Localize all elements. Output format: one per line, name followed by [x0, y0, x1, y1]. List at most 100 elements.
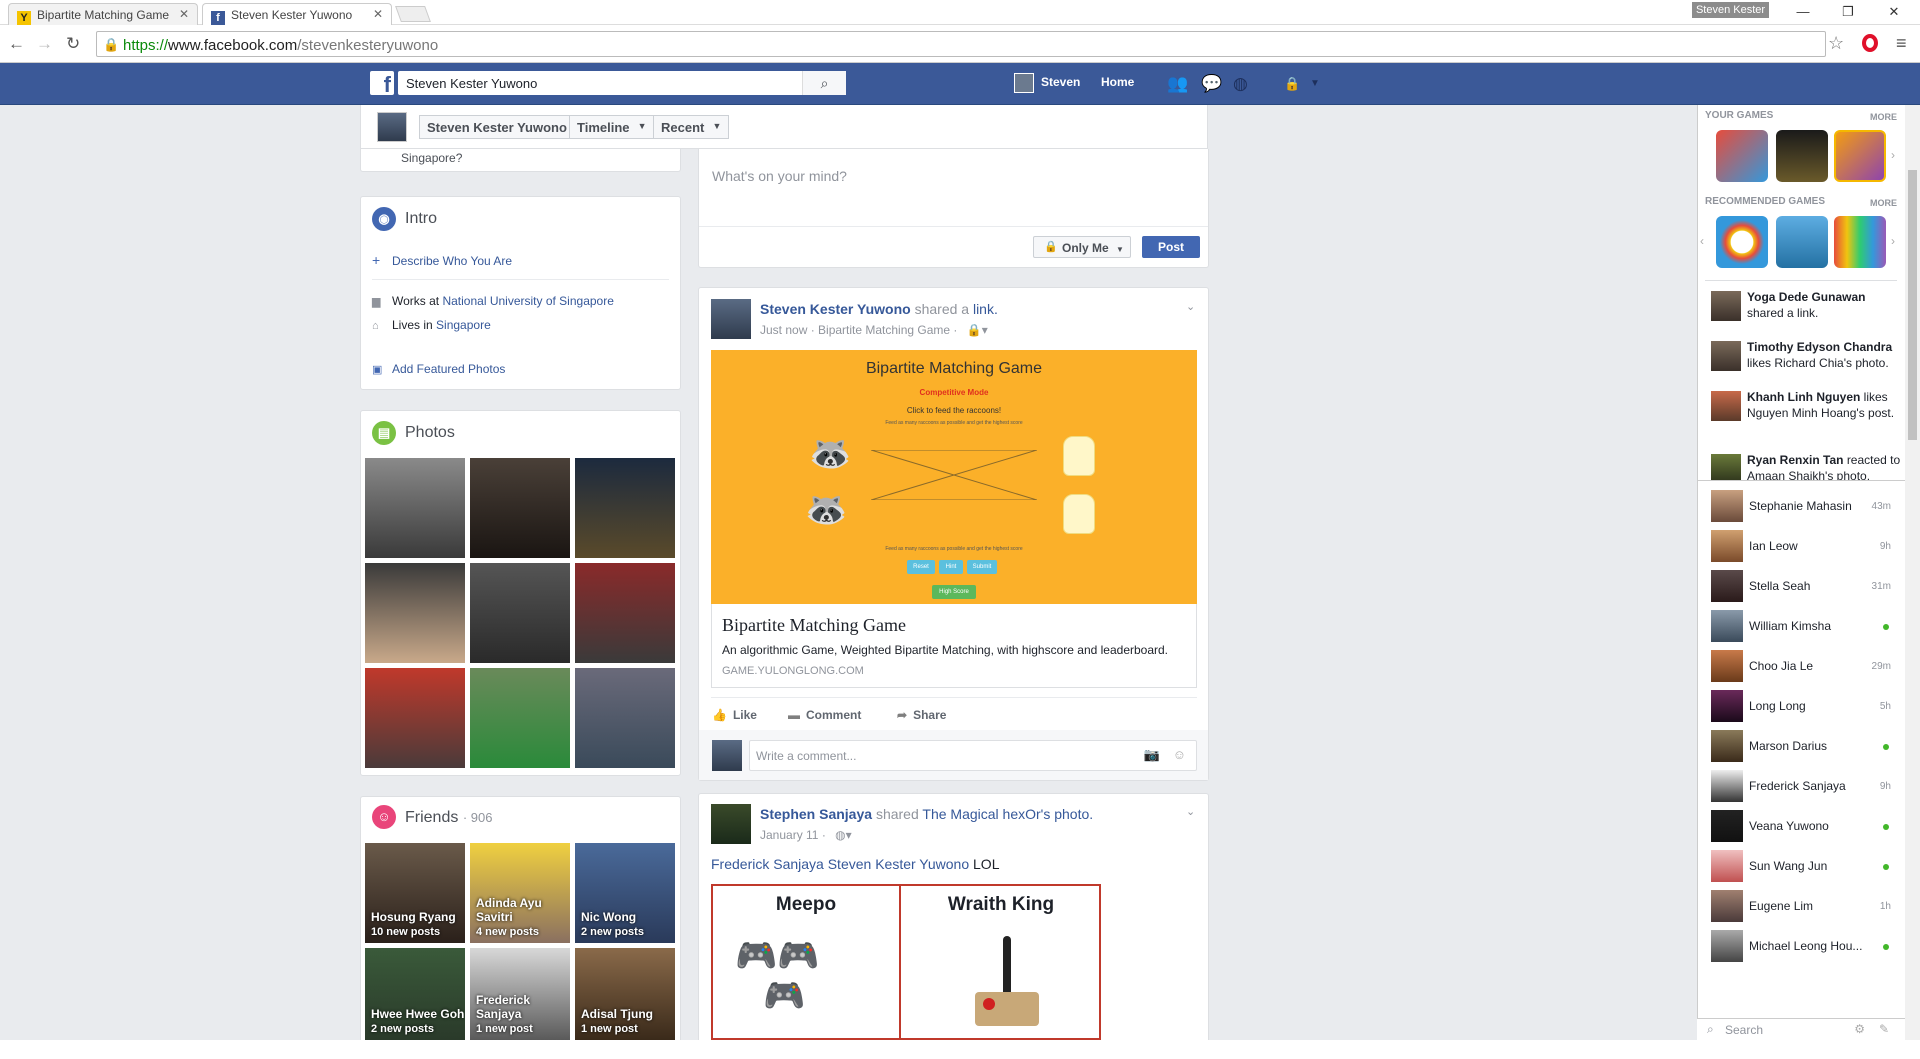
chat-search-input[interactable]: ⌕ Search ⚙ ✎ — [1697, 1018, 1905, 1040]
camera-icon[interactable]: 📷 — [1144, 747, 1160, 763]
link-preview-image[interactable]: Bipartite Matching Game Competitive Mode… — [711, 350, 1197, 604]
photo-thumb[interactable] — [575, 563, 675, 663]
facebook-logo-icon[interactable]: f — [370, 71, 394, 97]
audience-selector[interactable]: 🔒 Only Me ▼ — [1033, 236, 1131, 258]
photo-thumb[interactable] — [365, 458, 465, 558]
author-avatar[interactable] — [711, 299, 751, 339]
friend-tile[interactable]: Nic Wong 2 new posts — [575, 843, 675, 943]
emoji-icon[interactable]: ☺ — [1173, 747, 1186, 762]
comment-button[interactable]: ▬ Comment — [788, 708, 861, 722]
photo-thumb[interactable] — [470, 668, 570, 768]
game-icon[interactable] — [1776, 130, 1828, 182]
agario-game-icon[interactable] — [1716, 216, 1768, 268]
shared-link[interactable]: link. — [973, 301, 998, 317]
tetris-game-icon[interactable] — [1834, 216, 1886, 268]
chat-contact[interactable]: Long Long 5h — [1711, 690, 1897, 722]
friend-requests-icon[interactable]: 👥 — [1167, 74, 1188, 94]
status-composer-input[interactable]: What's on your mind? — [712, 168, 847, 184]
friend-tile[interactable]: Hwee Hwee Goh 2 new posts — [365, 948, 465, 1040]
chat-contact[interactable]: Marson Darius — [1711, 730, 1897, 762]
gear-icon[interactable]: ⚙ — [1854, 1022, 1865, 1036]
your-games-more-link[interactable]: MORE — [1870, 112, 1897, 122]
search-icon[interactable]: ⌕ — [802, 71, 846, 95]
messages-icon[interactable]: 💬 — [1201, 74, 1222, 94]
like-button[interactable]: 👍 Like — [712, 708, 757, 722]
friend-tile[interactable]: Frederick Sanjaya 1 new post — [470, 948, 570, 1040]
chat-contact[interactable]: Frederick Sanjaya 9h — [1711, 770, 1897, 802]
ticker-story[interactable]: Timothy Edyson Chandra likes Richard Chia… — [1711, 339, 1901, 375]
lock-icon[interactable]: 🔒▾ — [967, 323, 988, 337]
chevron-down-icon[interactable]: ⌄ — [1186, 805, 1195, 818]
url-input[interactable]: 🔒 https://www.facebook.com/stevenkestery… — [96, 31, 1826, 57]
privacy-shortcuts-icon[interactable]: 🔒 — [1284, 76, 1300, 92]
user-avatar[interactable] — [1014, 73, 1034, 93]
home-link[interactable]: Home — [1101, 75, 1134, 89]
account-menu-icon[interactable]: ▼ — [1310, 78, 1320, 89]
profile-link[interactable]: Steven — [1041, 75, 1080, 89]
lives-link[interactable]: Singapore — [436, 318, 491, 332]
plane-game-icon[interactable] — [1776, 216, 1828, 268]
chevron-right-icon[interactable]: › — [1891, 234, 1895, 248]
friend-tile[interactable]: Adisal Tjung 1 new post — [575, 948, 675, 1040]
profile-thumbnail[interactable] — [377, 112, 407, 142]
reload-icon[interactable]: ↻ — [66, 34, 80, 54]
candy-crush-game-icon[interactable] — [1716, 130, 1768, 182]
chat-contact[interactable]: Veana Yuwono — [1711, 810, 1897, 842]
share-button[interactable]: ➦ Share — [897, 708, 946, 722]
globe-audience-icon[interactable]: ◍▾ — [835, 828, 852, 842]
chat-contact[interactable]: Choo Jia Le 29m — [1711, 650, 1897, 682]
bookmark-star-icon[interactable]: ☆ — [1828, 33, 1844, 54]
photo-thumb[interactable] — [575, 458, 675, 558]
friend-tile[interactable]: Adinda Ayu Savitri 4 new posts — [470, 843, 570, 943]
photo-thumb[interactable] — [470, 563, 570, 663]
author-link[interactable]: Stephen Sanjaya — [760, 806, 872, 822]
chevron-left-icon[interactable]: ‹ — [1700, 234, 1704, 248]
ticker-story[interactable]: Khanh Linh Nguyen likes Nguyen Minh Hoan… — [1711, 389, 1901, 437]
facebook-search-input[interactable]: Steven Kester Yuwono ⌕ — [398, 71, 846, 95]
comment-input[interactable]: Write a comment... 📷 ☺ — [749, 740, 1197, 771]
ticker-story[interactable]: Ryan Renxin Tan reacted to Amaan Shaikh'… — [1711, 452, 1901, 480]
opera-icon[interactable] — [1862, 34, 1878, 52]
chat-contact[interactable]: Eugene Lim 1h — [1711, 890, 1897, 922]
browser-menu-icon[interactable]: ≡ — [1896, 33, 1907, 54]
chat-contact[interactable]: Stella Seah 31m — [1711, 570, 1897, 602]
timeline-dropdown[interactable]: Timeline ▼ — [569, 115, 655, 139]
author-avatar[interactable] — [711, 804, 751, 844]
browser-tab-facebook[interactable]: f Steven Kester Yuwono ✕ — [202, 3, 392, 25]
link-title[interactable]: Bipartite Matching Game — [722, 615, 906, 636]
describe-who-you-are-link[interactable]: + Describe Who You Are — [372, 252, 512, 268]
chat-contact[interactable]: William Kimsha — [1711, 610, 1897, 642]
photo-thumb[interactable] — [365, 668, 465, 768]
chat-contact[interactable]: Ian Leow 9h — [1711, 530, 1897, 562]
author-link[interactable]: Steven Kester Yuwono — [760, 301, 911, 317]
recommended-games-more-link[interactable]: MORE — [1870, 198, 1897, 208]
close-tab-icon[interactable]: ✕ — [373, 7, 383, 21]
chat-contact[interactable]: Michael Leong Hou... — [1711, 930, 1897, 962]
post-button[interactable]: Post — [1142, 236, 1200, 258]
photo-thumb[interactable] — [470, 458, 570, 558]
browser-profile-chip[interactable]: Steven Kester — [1692, 2, 1769, 18]
close-window-icon[interactable]: ✕ — [1884, 4, 1904, 20]
minimize-icon[interactable]: — — [1793, 4, 1813, 19]
works-link[interactable]: National University of Singapore — [442, 294, 613, 308]
shared-photo[interactable]: Meepo Wraith King 🎮🎮 🎮 — [711, 884, 1101, 1042]
new-message-icon[interactable]: ✎ — [1879, 1022, 1889, 1036]
close-tab-icon[interactable]: ✕ — [179, 7, 189, 21]
photo-thumb[interactable] — [575, 668, 675, 768]
scrollbar-thumb[interactable] — [1908, 170, 1917, 440]
restore-icon[interactable]: ❐ — [1838, 4, 1858, 20]
game-icon[interactable] — [1834, 130, 1886, 182]
shared-photo-link[interactable]: The Magical hexOr's photo. — [922, 806, 1093, 822]
ticker-story[interactable]: Yoga Dede Gunawan shared a link. — [1711, 289, 1901, 325]
friend-tile[interactable]: Hosung Ryang 10 new posts — [365, 843, 465, 943]
notifications-globe-icon[interactable]: ◍ — [1233, 74, 1248, 94]
chat-contact[interactable]: Stephanie Mahasin 43m — [1711, 490, 1897, 522]
browser-tab-bipartite[interactable]: Y Bipartite Matching Game ✕ — [8, 3, 198, 25]
chevron-right-icon[interactable]: › — [1891, 148, 1895, 162]
profile-name-crumb[interactable]: Steven Kester Yuwono — [419, 115, 575, 139]
new-tab-button[interactable] — [395, 6, 431, 22]
chat-contact[interactable]: Sun Wang Jun — [1711, 850, 1897, 882]
tagged-friend-link[interactable]: Steven Kester Yuwono — [828, 856, 969, 872]
add-featured-photos-link[interactable]: ▣ Add Featured Photos — [372, 362, 505, 376]
chevron-down-icon[interactable]: ⌄ — [1186, 300, 1195, 313]
